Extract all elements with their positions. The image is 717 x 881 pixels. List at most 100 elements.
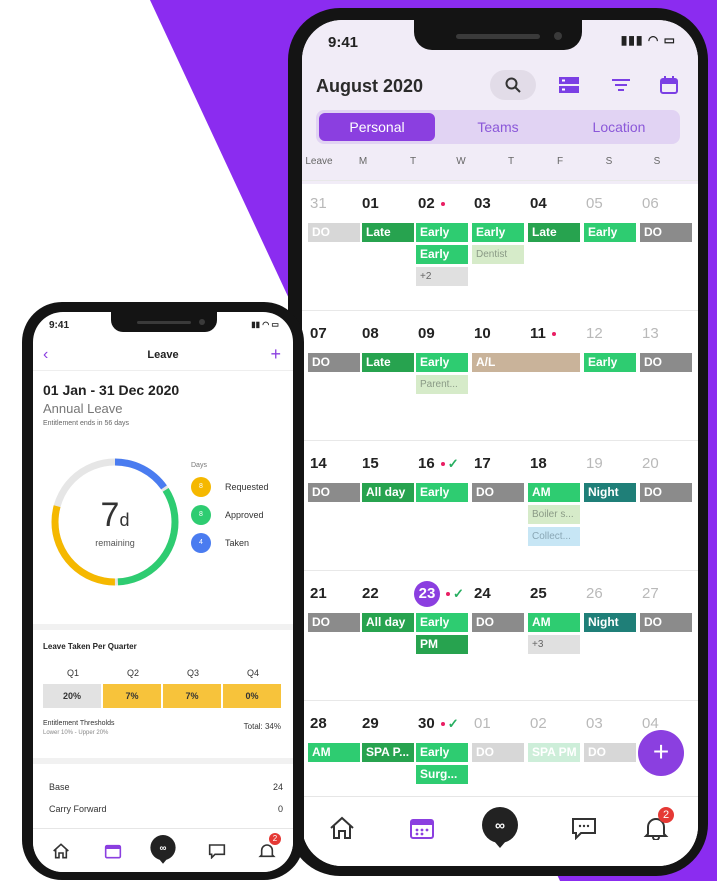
day-number[interactable]: 24 bbox=[474, 585, 491, 602]
day-number[interactable]: 06 bbox=[642, 195, 659, 212]
day-number[interactable]: 08 bbox=[362, 325, 379, 342]
tab-home[interactable] bbox=[47, 839, 75, 863]
shift-chip[interactable]: Night bbox=[584, 613, 636, 632]
day-number[interactable]: 19 bbox=[586, 455, 603, 472]
shift-chip[interactable]: DO bbox=[472, 613, 524, 632]
more-chip[interactable]: +2 bbox=[416, 267, 468, 286]
pending-dot bbox=[440, 462, 445, 467]
day-number[interactable]: 14 bbox=[310, 455, 327, 472]
day-number[interactable]: 09 bbox=[418, 325, 435, 342]
tab-calendar[interactable] bbox=[402, 811, 442, 845]
shift-chip[interactable]: DO bbox=[584, 743, 636, 762]
shift-chip[interactable]: Late bbox=[362, 353, 414, 372]
calendar-view-button[interactable] bbox=[652, 70, 686, 100]
shift-chip[interactable]: DO bbox=[640, 353, 692, 372]
day-number[interactable]: 03 bbox=[474, 195, 491, 212]
day-number[interactable]: 13 bbox=[642, 325, 659, 342]
day-number-today[interactable]: 23 ✓ bbox=[414, 581, 464, 607]
day-number[interactable]: 21 bbox=[310, 585, 327, 602]
day-number[interactable]: 12 bbox=[586, 325, 603, 342]
shift-chip[interactable]: Early bbox=[416, 613, 468, 632]
event-chip[interactable]: Collect... bbox=[528, 527, 580, 546]
day-number[interactable]: 07 bbox=[310, 325, 327, 342]
day-number[interactable]: 03 bbox=[586, 715, 603, 732]
filter-button[interactable] bbox=[604, 70, 638, 100]
shift-chip[interactable]: Early bbox=[416, 353, 468, 372]
day-number[interactable]: 25 bbox=[530, 585, 547, 602]
shift-chip[interactable]: DO bbox=[472, 743, 524, 762]
day-number[interactable]: 04 bbox=[530, 195, 547, 212]
day-number[interactable]: 15 bbox=[362, 455, 379, 472]
status-time: 9:41 bbox=[49, 320, 70, 331]
more-chip[interactable]: +3 bbox=[528, 635, 580, 654]
tab-messages[interactable] bbox=[564, 811, 604, 845]
tab-messages[interactable] bbox=[203, 839, 231, 863]
shift-chip[interactable]: DO bbox=[308, 223, 360, 242]
day-number[interactable]: 02 bbox=[530, 715, 547, 732]
shift-chip[interactable]: DO bbox=[640, 483, 692, 502]
day-number[interactable]: 26 bbox=[586, 585, 603, 602]
day-number[interactable]: 10 bbox=[474, 325, 491, 342]
tab-calendar[interactable] bbox=[99, 839, 127, 863]
shift-chip[interactable]: All day bbox=[362, 483, 414, 502]
day-number[interactable]: 01 bbox=[362, 195, 379, 212]
day-number[interactable]: 30 ✓ bbox=[418, 715, 459, 732]
event-chip[interactable]: Boiler s... bbox=[528, 505, 580, 524]
tab-teams[interactable]: Teams bbox=[440, 113, 556, 141]
day-number[interactable]: 28 bbox=[310, 715, 327, 732]
shift-chip[interactable]: SPA PM bbox=[528, 743, 580, 762]
annual-leave-chip[interactable]: A/L bbox=[472, 353, 580, 372]
day-number[interactable]: 31 bbox=[310, 195, 327, 212]
shift-chip[interactable]: Early bbox=[416, 223, 468, 242]
event-chip[interactable]: Dentist bbox=[472, 245, 524, 264]
add-fab-button[interactable]: + bbox=[638, 730, 684, 776]
shift-chip[interactable]: Early bbox=[416, 743, 468, 762]
leave-type: Annual Leave bbox=[43, 401, 123, 416]
tab-personal[interactable]: Personal bbox=[319, 113, 435, 141]
shift-chip[interactable]: DO bbox=[308, 613, 360, 632]
shift-chip[interactable]: Night bbox=[584, 483, 636, 502]
search-button[interactable] bbox=[490, 70, 536, 100]
shift-chip[interactable]: AM bbox=[308, 743, 360, 762]
day-number[interactable]: 29 bbox=[362, 715, 379, 732]
view-segmented-control: Personal Teams Location bbox=[316, 110, 680, 144]
shift-chip[interactable]: PM bbox=[416, 635, 468, 654]
day-number[interactable]: 11 bbox=[530, 325, 556, 342]
shift-chip[interactable]: All day bbox=[362, 613, 414, 632]
shift-chip[interactable]: DO bbox=[640, 613, 692, 632]
shift-chip[interactable]: Early bbox=[584, 353, 636, 372]
tab-app-logo[interactable]: ∞ bbox=[149, 833, 177, 865]
day-number[interactable]: 05 bbox=[586, 195, 603, 212]
tab-app-logo[interactable]: ∞ bbox=[480, 805, 520, 849]
day-number[interactable]: 22 bbox=[362, 585, 379, 602]
shift-chip[interactable]: DO bbox=[472, 483, 524, 502]
shift-chip[interactable]: Late bbox=[362, 223, 414, 242]
list-view-button[interactable] bbox=[552, 70, 586, 100]
day-number[interactable]: 27 bbox=[642, 585, 659, 602]
shift-chip[interactable]: DO bbox=[640, 223, 692, 242]
shift-chip[interactable]: DO bbox=[308, 353, 360, 372]
shift-chip[interactable]: DO bbox=[308, 483, 360, 502]
day-number[interactable]: 16 ✓ bbox=[418, 455, 459, 472]
shift-chip[interactable]: Early bbox=[416, 245, 468, 264]
day-number[interactable]: 02 bbox=[418, 195, 445, 212]
shift-chip[interactable]: AM bbox=[528, 483, 580, 502]
shift-chip[interactable]: Surg... bbox=[416, 765, 468, 784]
shift-chip[interactable]: Early bbox=[472, 223, 524, 242]
day-number[interactable]: 01 bbox=[474, 715, 491, 732]
day-number[interactable]: 18 bbox=[530, 455, 547, 472]
day-number[interactable]: 17 bbox=[474, 455, 491, 472]
pending-dot bbox=[440, 202, 445, 207]
shift-chip[interactable]: Late bbox=[528, 223, 580, 242]
tab-home[interactable] bbox=[322, 811, 362, 845]
tab-notifications[interactable]: 2 bbox=[636, 807, 676, 845]
day-number[interactable]: 20 bbox=[642, 455, 659, 472]
shift-chip[interactable]: Early bbox=[416, 483, 468, 502]
tab-location[interactable]: Location bbox=[561, 113, 677, 141]
shift-chip[interactable]: SPA P... bbox=[362, 743, 414, 762]
shift-chip[interactable]: AM bbox=[528, 613, 580, 632]
event-chip[interactable]: Parent... bbox=[416, 375, 468, 394]
add-leave-button[interactable]: + bbox=[270, 344, 281, 365]
tab-notifications[interactable]: 2 bbox=[253, 833, 281, 863]
shift-chip[interactable]: Early bbox=[584, 223, 636, 242]
